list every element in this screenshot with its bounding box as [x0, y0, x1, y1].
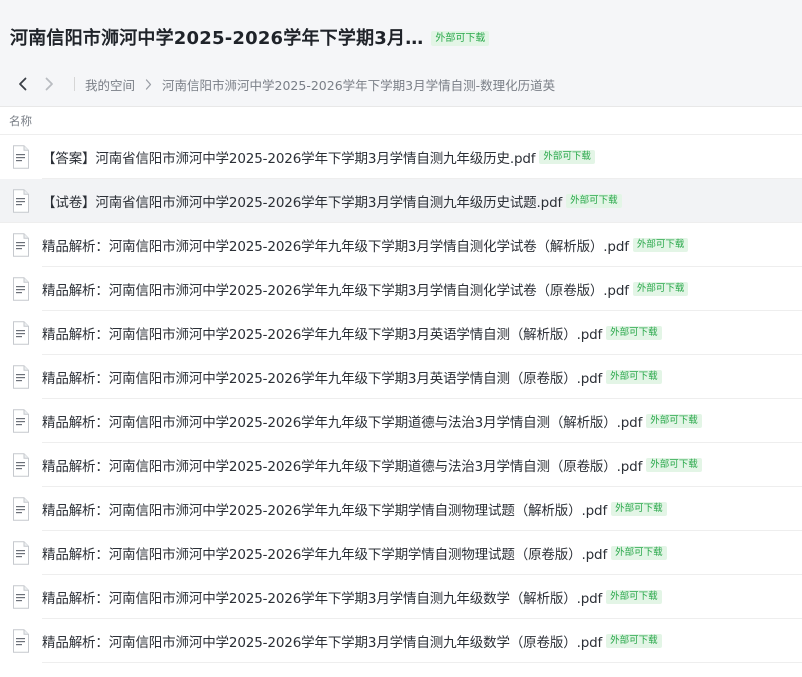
- file-name: 精品解析：河南信阳市浉河中学2025-2026学年九年级下学期3月英语学情自测（…: [42, 327, 603, 343]
- chevron-left-icon: [19, 77, 27, 91]
- file-row[interactable]: 精品解析：河南信阳市浉河中学2025-2026学年九年级下学期3月学情自测化学试…: [0, 267, 802, 311]
- file-name: 精品解析：河南信阳市浉河中学2025-2026学年九年级下学期3月学情自测化学试…: [42, 239, 629, 255]
- pdf-file-icon: [0, 619, 42, 663]
- pdf-file-icon: [0, 355, 42, 399]
- file-name: 精品解析：河南信阳市浉河中学2025-2026学年九年级下学期道德与法治3月学情…: [42, 415, 643, 431]
- external-download-badge: 外部可下载: [611, 502, 667, 516]
- external-download-badge: 外部可下载: [632, 238, 689, 252]
- pdf-file-icon: [0, 135, 42, 179]
- external-download-badge: 外部可下载: [611, 546, 667, 560]
- file-list: 【答案】河南省信阳市浉河中学2025-2026学年下学期3月学情自测九年级历史.…: [0, 135, 802, 663]
- file-name: 精品解析：河南信阳市浉河中学2025-2026学年九年级下学期3月学情自测化学试…: [42, 283, 629, 299]
- file-name: 精品解析：河南信阳市浉河中学2025-2026学年九年级下学期3月英语学情自测（…: [42, 371, 603, 387]
- breadcrumb-separator-icon: [145, 78, 152, 90]
- file-name: 精品解析：河南信阳市浉河中学2025-2026学年九年级下学期学情自测物理试题（…: [42, 503, 608, 519]
- external-download-badge: 外部可下载: [632, 282, 689, 296]
- file-name: 精品解析：河南信阳市浉河中学2025-2026学年下学期3月学情自测九年级数学（…: [42, 591, 603, 607]
- column-header: 名称: [0, 107, 802, 135]
- external-download-badge: 外部可下载: [606, 326, 662, 340]
- file-row[interactable]: 精品解析：河南信阳市浉河中学2025-2026学年下学期3月学情自测九年级数学（…: [0, 575, 802, 619]
- file-row[interactable]: 精品解析：河南信阳市浉河中学2025-2026学年九年级下学期道德与法治3月学情…: [0, 443, 802, 487]
- pdf-file-icon: [0, 267, 42, 311]
- pdf-file-icon: [0, 575, 42, 619]
- file-name: 精品解析：河南信阳市浉河中学2025-2026学年下学期3月学情自测九年级数学（…: [42, 635, 603, 651]
- external-download-badge: 外部可下载: [606, 634, 662, 648]
- pdf-file-icon: [0, 531, 42, 575]
- file-name: 【试卷】河南省信阳市浉河中学2025-2026学年下学期3月学情自测九年级历史试…: [42, 195, 563, 211]
- page-title: 河南信阳市浉河中学2025-2026学年下学期3月…: [10, 28, 424, 49]
- external-download-badge: 外部可下载: [646, 458, 702, 472]
- page-header: 河南信阳市浉河中学2025-2026学年下学期3月… 外部可下载 我的空间 河南…: [0, 0, 802, 107]
- forward-button[interactable]: [38, 74, 60, 94]
- external-download-badge: 外部可下载: [539, 150, 595, 164]
- file-row[interactable]: 【试卷】河南省信阳市浉河中学2025-2026学年下学期3月学情自测九年级历史试…: [0, 179, 802, 223]
- external-download-badge: 外部可下载: [646, 414, 702, 428]
- pdf-file-icon: [0, 443, 42, 487]
- external-download-badge: 外部可下载: [606, 590, 662, 604]
- file-row[interactable]: 精品解析：河南信阳市浉河中学2025-2026学年九年级下学期学情自测物理试题（…: [0, 531, 802, 575]
- pdf-file-icon: [0, 311, 42, 355]
- chevron-right-icon: [45, 77, 53, 91]
- breadcrumb: 我的空间 河南信阳市浉河中学2025-2026学年下学期3月学情自测-数理化历道…: [0, 74, 802, 94]
- file-row[interactable]: 【答案】河南省信阳市浉河中学2025-2026学年下学期3月学情自测九年级历史.…: [0, 135, 802, 179]
- file-name: 精品解析：河南信阳市浉河中学2025-2026学年九年级下学期道德与法治3月学情…: [42, 459, 643, 475]
- file-row[interactable]: 精品解析：河南信阳市浉河中学2025-2026学年九年级下学期学情自测物理试题（…: [0, 487, 802, 531]
- breadcrumb-current[interactable]: 河南信阳市浉河中学2025-2026学年下学期3月学情自测-数理化历道英: [162, 75, 555, 94]
- pdf-file-icon: [0, 399, 42, 443]
- file-row[interactable]: 精品解析：河南信阳市浉河中学2025-2026学年九年级下学期道德与法治3月学情…: [0, 399, 802, 443]
- nav-divider: [74, 77, 75, 91]
- file-row[interactable]: 精品解析：河南信阳市浉河中学2025-2026学年九年级下学期3月学情自测化学试…: [0, 223, 802, 267]
- file-name: 【答案】河南省信阳市浉河中学2025-2026学年下学期3月学情自测九年级历史.…: [42, 151, 536, 167]
- pdf-file-icon: [0, 179, 42, 223]
- pdf-file-icon: [0, 487, 42, 531]
- title-row: 河南信阳市浉河中学2025-2026学年下学期3月… 外部可下载: [0, 0, 802, 74]
- file-row[interactable]: 精品解析：河南信阳市浉河中学2025-2026学年九年级下学期3月英语学情自测（…: [0, 311, 802, 355]
- external-download-badge: 外部可下载: [431, 30, 490, 46]
- external-download-badge: 外部可下载: [606, 370, 662, 384]
- back-button[interactable]: [12, 74, 34, 94]
- external-download-badge: 外部可下载: [566, 194, 622, 208]
- breadcrumb-root[interactable]: 我的空间: [85, 75, 135, 94]
- column-name-header[interactable]: 名称: [9, 113, 32, 129]
- file-row[interactable]: 精品解析：河南信阳市浉河中学2025-2026学年九年级下学期3月英语学情自测（…: [0, 355, 802, 399]
- file-row[interactable]: 精品解析：河南信阳市浉河中学2025-2026学年下学期3月学情自测九年级数学（…: [0, 619, 802, 663]
- pdf-file-icon: [0, 223, 42, 267]
- file-name: 精品解析：河南信阳市浉河中学2025-2026学年九年级下学期学情自测物理试题（…: [42, 547, 608, 563]
